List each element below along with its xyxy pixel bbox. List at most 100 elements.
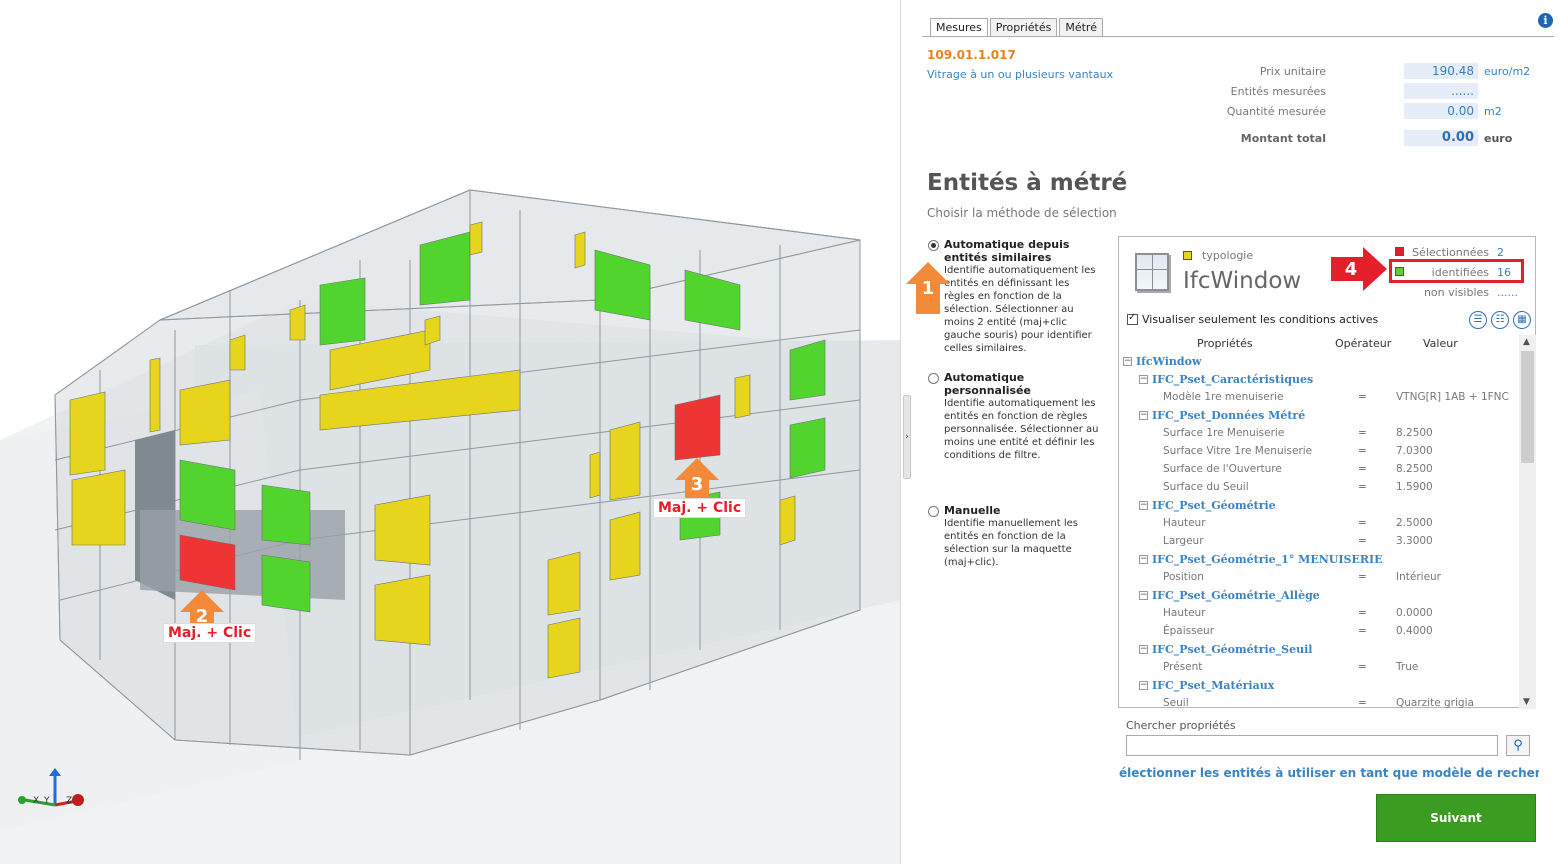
group-row[interactable]: − IFC_Pset_Caractéristiques: [1121, 371, 1519, 389]
tab-mesures[interactable]: Mesures: [930, 18, 988, 37]
tree-item-value: 0.4000: [1396, 625, 1433, 637]
tree-item-name: IFC_Pset_Géométrie_1° MENUISERIE: [1152, 553, 1383, 566]
identified-window[interactable]: [261, 484, 311, 546]
identified-window[interactable]: [789, 339, 826, 401]
property-row[interactable]: Hauteur = 2.5000: [1121, 515, 1519, 533]
typology-window[interactable]: [229, 334, 246, 371]
identified-window[interactable]: [789, 417, 826, 479]
list-filter-icon[interactable]: ☰: [1469, 311, 1487, 329]
typology-window[interactable]: [374, 494, 431, 566]
property-row[interactable]: Seuil = Quarzite grigia: [1121, 695, 1519, 709]
identified-window[interactable]: [319, 277, 366, 346]
property-row[interactable]: Modèle 1re menuiserie = VTNG[R] 1AB + 1FNC: [1121, 389, 1519, 407]
collapse-icon[interactable]: −: [1139, 645, 1148, 654]
property-row[interactable]: Surface Vitre 1re Menuiserie = 7.0300: [1121, 443, 1519, 461]
collapse-icon[interactable]: −: [1139, 375, 1148, 384]
collapse-icon[interactable]: −: [1139, 555, 1148, 564]
stat-value[interactable]: 2: [1497, 246, 1504, 259]
typology-window[interactable]: [289, 304, 306, 341]
typology-window[interactable]: [547, 551, 581, 616]
group-row[interactable]: − IfcWindow: [1121, 353, 1519, 371]
tree-item-operator: =: [1358, 625, 1367, 637]
property-row[interactable]: Présent = True: [1121, 659, 1519, 677]
typology-window[interactable]: [734, 374, 751, 419]
identified-window[interactable]: [419, 231, 471, 306]
typology-window[interactable]: [149, 357, 161, 433]
entity-filter-box: typologie IfcWindow Sélectionnées 2 iden…: [1118, 236, 1536, 709]
calendar-icon[interactable]: ▦: [1513, 311, 1531, 329]
group-row[interactable]: − IFC_Pset_Matériaux: [1121, 677, 1519, 695]
property-row[interactable]: Largeur = 3.3000: [1121, 533, 1519, 551]
tree-item-name: Présent: [1163, 661, 1203, 673]
tree-scrollbar[interactable]: ▲ ▼: [1519, 335, 1536, 709]
typology-window[interactable]: [547, 617, 581, 679]
tab-metre[interactable]: Métré: [1059, 18, 1103, 37]
identified-window[interactable]: [261, 554, 311, 613]
typology-window[interactable]: [609, 511, 641, 581]
building-model[interactable]: X Y Z: [0, 0, 900, 864]
tree-item-value: 8.2500: [1396, 463, 1433, 475]
group-row[interactable]: − IFC_Pset_Géométrie_Allège: [1121, 587, 1519, 605]
scroll-up-icon[interactable]: ▲: [1523, 337, 1530, 347]
typology-window[interactable]: [179, 379, 231, 446]
scroll-down-icon[interactable]: ▼: [1523, 697, 1530, 707]
property-row[interactable]: Hauteur = 0.0000: [1121, 605, 1519, 623]
selected-window[interactable]: [674, 394, 721, 461]
list-check-icon[interactable]: ☷: [1491, 311, 1509, 329]
method-auto-similar[interactable]: Automatique depuis entités similaires Id…: [928, 238, 1100, 355]
method-manual[interactable]: Manuelle Identifie manuellement les enti…: [928, 504, 1100, 569]
col-properties[interactable]: Propriétés: [1197, 337, 1253, 350]
property-row[interactable]: Surface du Seuil = 1.5900: [1121, 479, 1519, 497]
tree-item-name: Largeur: [1163, 535, 1204, 547]
identified-window[interactable]: [179, 459, 236, 531]
method-auto-similar-radio[interactable]: [928, 240, 939, 251]
collapse-icon[interactable]: −: [1139, 681, 1148, 690]
collapse-icon[interactable]: −: [1123, 357, 1132, 366]
group-row[interactable]: − IFC_Pset_Géométrie_Seuil: [1121, 641, 1519, 659]
search-icon[interactable]: ⚲: [1506, 735, 1530, 756]
property-row[interactable]: Position = Intérieur: [1121, 569, 1519, 587]
property-row[interactable]: Surface 1re Menuiserie = 8.2500: [1121, 425, 1519, 443]
collapse-icon[interactable]: −: [1139, 591, 1148, 600]
scroll-thumb[interactable]: [1521, 351, 1534, 463]
typology-window[interactable]: [374, 574, 431, 646]
property-row[interactable]: Épaisseur = 0.4000: [1121, 623, 1519, 641]
method-auto-custom[interactable]: Automatique personnalisée Identifie auto…: [928, 371, 1100, 462]
method-manual-radio[interactable]: [928, 506, 939, 517]
group-row[interactable]: − IFC_Pset_Géométrie: [1121, 497, 1519, 515]
group-row[interactable]: − IFC_Pset_Données Métré: [1121, 407, 1519, 425]
tree-item-name: Hauteur: [1163, 517, 1206, 529]
typology-window[interactable]: [589, 451, 601, 499]
stat-value[interactable]: ......: [1497, 286, 1518, 299]
info-icon[interactable]: i: [1538, 13, 1553, 28]
typology-window[interactable]: [469, 221, 483, 256]
typology-window[interactable]: [71, 469, 126, 546]
search-input[interactable]: [1126, 735, 1498, 756]
collapse-handle[interactable]: ›: [903, 395, 911, 479]
method-auto-custom-radio[interactable]: [928, 373, 939, 384]
callout-number: 4: [1344, 259, 1358, 280]
selected-window[interactable]: [179, 534, 236, 591]
typology-window[interactable]: [779, 495, 796, 546]
panel-splitter[interactable]: ›: [900, 0, 912, 864]
measured-quantity-unit: m2: [1484, 105, 1502, 118]
typology-window[interactable]: [609, 421, 641, 501]
tab-proprietes[interactable]: Propriétés: [989, 18, 1058, 37]
col-operator[interactable]: Opérateur: [1335, 337, 1391, 350]
active-only-checkbox[interactable]: [1127, 312, 1138, 325]
property-tree[interactable]: − IfcWindow − IFC_Pset_Caractéristiques Modè…: [1121, 353, 1519, 709]
property-row[interactable]: Surface de l'Ouverture = 8.2500: [1121, 461, 1519, 479]
collapse-icon[interactable]: −: [1139, 411, 1148, 420]
group-row[interactable]: − IFC_Pset_Géométrie_1° MENUISERIE: [1121, 551, 1519, 569]
typology-window[interactable]: [574, 231, 586, 269]
col-value[interactable]: Valeur: [1423, 337, 1458, 350]
typology-window[interactable]: [424, 315, 441, 346]
unit-price-value[interactable]: 190.48: [1404, 63, 1478, 79]
collapse-icon[interactable]: −: [1139, 501, 1148, 510]
tree-item-name: IFC_Pset_Géométrie_Seuil: [1152, 643, 1313, 656]
typology-row: typologie: [1183, 249, 1253, 262]
active-only-row[interactable]: Visualiser seulement les conditions acti…: [1127, 312, 1378, 326]
typology-window[interactable]: [69, 391, 106, 476]
model-viewport[interactable]: X Y Z 2 Maj. + Clic 3 Maj. + Clic: [0, 0, 900, 864]
next-button[interactable]: Suivant: [1376, 794, 1536, 842]
